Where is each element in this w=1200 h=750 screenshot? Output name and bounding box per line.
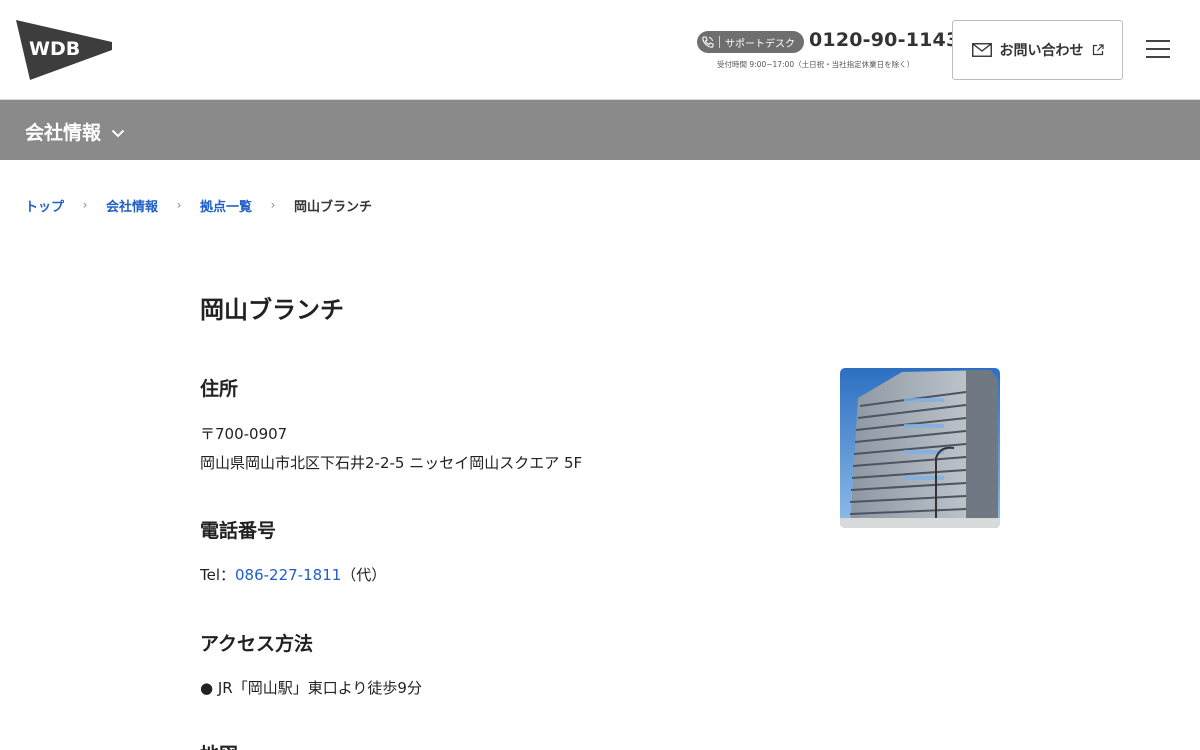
- map-heading: 地図: [200, 740, 238, 750]
- support-phone-number[interactable]: 0120-90-1143: [809, 29, 959, 51]
- breadcrumb-locations[interactable]: 拠点一覧: [200, 196, 252, 215]
- phone-suffix: （代）: [341, 566, 387, 584]
- address-block: 〒700-0907 岡山県岡山市北区下石井2-2-5 ニッセイ岡山スクエア 5F: [200, 420, 582, 478]
- breadcrumb: トップ › 会社情報 › 拠点一覧 › 岡山ブランチ: [25, 195, 372, 215]
- access-heading: アクセス方法: [200, 633, 314, 655]
- address-heading: 住所: [200, 378, 239, 400]
- site-header: WDB サポートデスク 0120-90-1143 受付時間 9:00~17:00…: [0, 0, 1200, 100]
- chevron-right-icon: ›: [82, 198, 88, 212]
- phone-link[interactable]: 086-227-1811: [235, 566, 341, 584]
- contact-label: お問い合わせ: [999, 43, 1084, 59]
- support-hours: 受付時間 9:00~17:00（土日祝・当社指定休業日を除く）: [717, 60, 915, 69]
- contact-button[interactable]: お問い合わせ: [952, 20, 1123, 80]
- support-desk: サポートデスク 0120-90-1143 受付時間 9:00~17:00（土日祝…: [697, 29, 959, 73]
- support-desk-badge: サポートデスク: [697, 31, 804, 53]
- wdb-logo[interactable]: WDB: [16, 20, 114, 80]
- address-line: 岡山県岡山市北区下石井2-2-5 ニッセイ岡山スクエア 5F: [200, 454, 583, 472]
- breadcrumb-top[interactable]: トップ: [25, 196, 64, 215]
- mail-icon: [971, 43, 992, 57]
- phone-line: Tel：086-227-1811（代）: [200, 561, 386, 590]
- external-link-icon: [1092, 44, 1104, 56]
- access-item: ● JR「岡山駅」東口より徒歩9分: [200, 679, 422, 697]
- chevron-right-icon: ›: [270, 198, 276, 212]
- divider: [719, 36, 720, 48]
- postal-code: 〒700-0907: [200, 425, 288, 443]
- category-bar: 会社情報: [0, 100, 1200, 160]
- breadcrumb-company[interactable]: 会社情報: [106, 196, 158, 215]
- hamburger-menu-icon[interactable]: [1146, 40, 1170, 60]
- category-title: 会社情報: [25, 122, 102, 144]
- breadcrumb-current: 岡山ブランチ: [294, 199, 373, 215]
- phone-icon: [697, 31, 719, 53]
- logo-text: WDB: [29, 38, 80, 60]
- phone-heading: 電話番号: [200, 520, 277, 542]
- building-photo: [840, 368, 1000, 528]
- support-desk-label: サポートデスク: [725, 38, 795, 50]
- phone-prefix: Tel：: [200, 566, 236, 584]
- chevron-down-icon: [111, 121, 125, 143]
- page-title: 岡山ブランチ: [200, 296, 344, 324]
- chevron-right-icon: ›: [176, 198, 182, 212]
- category-dropdown[interactable]: 会社情報: [25, 118, 125, 145]
